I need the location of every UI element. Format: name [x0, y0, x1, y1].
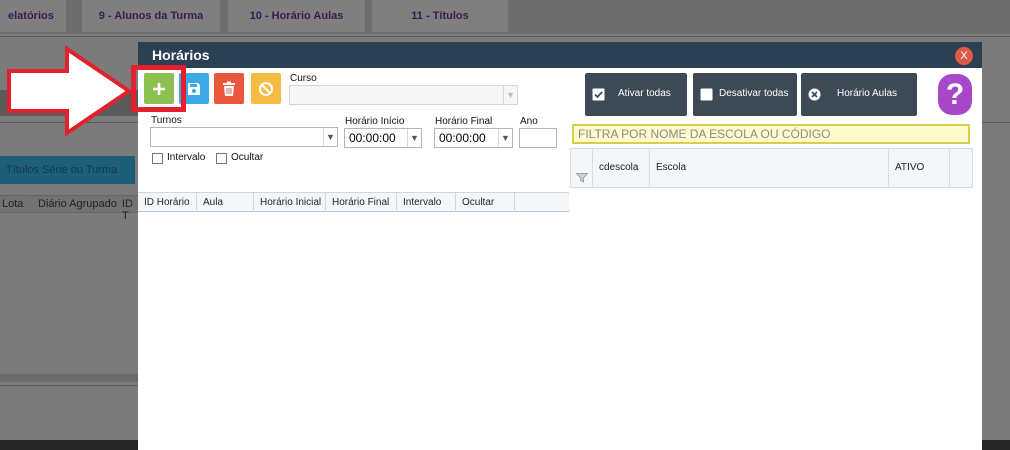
annotation-arrow: [7, 45, 133, 137]
column-header-horario-final[interactable]: Horário Final: [326, 193, 397, 212]
tab-relatorios[interactable]: elatórios: [0, 0, 66, 32]
check-square-icon: [592, 88, 605, 101]
column-header-ativo[interactable]: ATIVO: [889, 149, 950, 187]
horario-inicio-value: 00:00:00: [349, 131, 396, 145]
desativar-todas-label: Desativar todas: [719, 88, 789, 99]
turnos-select[interactable]: ▼: [150, 127, 338, 147]
school-filter-input[interactable]: FILTRA POR NOME DA ESCOLA OU CÓDIGO: [572, 124, 970, 144]
square-icon: [700, 88, 713, 101]
column-header: Lota: [2, 198, 24, 210]
ban-icon: [259, 81, 273, 96]
horarios-modal: Horários X Curso ▼ Turnos ▼ Horário Iníc…: [138, 42, 982, 450]
desativar-todas-button[interactable]: Desativar todas: [693, 73, 797, 116]
background-tab-bar: elatórios 9 - Alunos da Turma 10 - Horár…: [0, 0, 1010, 54]
column-header-ocultar[interactable]: Ocultar: [456, 193, 515, 212]
delete-button[interactable]: [214, 73, 244, 104]
column-header-aula[interactable]: Aula: [197, 193, 254, 212]
times-circle-icon: [808, 88, 821, 101]
close-button[interactable]: X: [955, 47, 973, 65]
ano-label: Ano: [520, 116, 538, 127]
horario-aulas-button[interactable]: Horário Aulas: [801, 73, 917, 116]
horario-inicio-label: Horário Início: [345, 116, 405, 127]
horario-final-value: 00:00:00: [439, 131, 486, 145]
modal-title: Horários: [152, 47, 210, 63]
ano-input[interactable]: [519, 128, 557, 148]
column-header-id-horario[interactable]: ID Horário: [138, 193, 197, 212]
divider: [0, 385, 138, 386]
ocultar-label: Ocultar: [231, 152, 264, 163]
filter-column[interactable]: [571, 149, 593, 187]
cancel-button[interactable]: [251, 73, 281, 104]
horario-inicio-select[interactable]: 00:00:00 ▼: [344, 128, 422, 148]
modal-header: Horários X: [138, 42, 982, 68]
divider: [0, 36, 1010, 37]
turnos-label: Turnos: [151, 115, 182, 126]
chevron-down-icon: ▼: [498, 129, 512, 147]
column-header: ID T: [122, 198, 133, 222]
intervalo-checkbox[interactable]: [152, 153, 163, 164]
floppy-disk-icon: [188, 82, 200, 95]
ocultar-checkbox[interactable]: [216, 153, 227, 164]
chevron-down-icon: ▼: [323, 128, 337, 146]
chevron-down-icon: ▼: [407, 129, 421, 147]
horario-aulas-label: Horário Aulas: [837, 88, 898, 99]
column-header: Diário Agrupado: [38, 198, 117, 210]
column-header-horario-inicial[interactable]: Horário Inicial: [254, 193, 326, 212]
curso-select[interactable]: ▼: [289, 85, 518, 105]
ativar-todas-button[interactable]: Ativar todas: [585, 73, 687, 116]
trash-icon: [223, 81, 235, 96]
horario-final-select[interactable]: 00:00:00 ▼: [434, 128, 513, 148]
intervalo-label: Intervalo: [167, 152, 206, 163]
curso-label: Curso: [290, 73, 317, 84]
column-header-intervalo[interactable]: Intervalo: [397, 193, 456, 212]
titulos-serie-turma-button[interactable]: Títulos Série ou Turma: [0, 156, 135, 184]
annotation-highlight-box: [131, 65, 186, 112]
tab-alunos-da-turma[interactable]: 9 - Alunos da Turma: [82, 0, 220, 32]
filter-icon: [576, 173, 588, 183]
tab-titulos-avaliacoes[interactable]: 11 - Títulos Avaliações: [372, 0, 508, 54]
horarios-grid-header: ID Horário Aula Horário Inicial Horário …: [138, 192, 569, 212]
help-button[interactable]: ?: [938, 74, 972, 115]
ativar-todas-label: Ativar todas: [618, 88, 671, 99]
school-grid-header: cdescola Escola ATIVO: [570, 148, 973, 188]
tab-horario-aulas[interactable]: 10 - Horário Aulas: [228, 0, 365, 32]
column-header-cdescola[interactable]: cdescola: [593, 149, 650, 187]
chevron-down-icon: ▼: [503, 86, 517, 104]
scrollbar[interactable]: [0, 374, 138, 382]
background-table-header: Lota Diário Agrupado ID T: [0, 195, 138, 222]
horario-final-label: Horário Final: [435, 116, 493, 127]
column-header-escola[interactable]: Escola: [650, 149, 889, 187]
